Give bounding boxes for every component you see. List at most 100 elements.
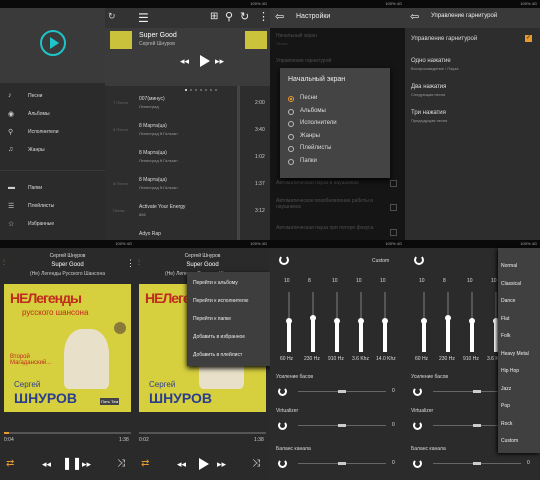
back-arrow-icon[interactable]: ⇦ (410, 10, 419, 23)
drawer-item-label[interactable]: Папки (28, 185, 42, 191)
preset-item[interactable]: Custom (501, 438, 518, 444)
prev-icon[interactable]: ◂◂ (42, 459, 51, 470)
page-dot[interactable] (200, 89, 202, 91)
track-title[interactable]: 007(минус) (139, 96, 165, 102)
prev-icon[interactable]: ◂◂ (177, 459, 186, 470)
seek-bar[interactable] (4, 432, 131, 434)
drawer-item-label[interactable]: Исполнители (28, 129, 59, 135)
play-button[interactable] (200, 55, 210, 67)
track-title[interactable]: 8 Марта(ца) (139, 123, 167, 129)
pause-icon[interactable]: ❚❚ (62, 456, 82, 470)
effect-slider-thumb[interactable] (473, 462, 481, 465)
effect-slider-thumb[interactable] (338, 390, 346, 393)
power-icon[interactable] (279, 255, 289, 265)
more-icon[interactable]: ⋮ (258, 10, 269, 23)
dialog-option-label[interactable]: Песни (300, 95, 317, 101)
next-icon[interactable]: ▸▸ (82, 459, 91, 470)
drawer-item-label[interactable]: Жанры (28, 147, 45, 153)
page-dot[interactable] (190, 89, 192, 91)
preset-item[interactable]: Dance (501, 298, 515, 304)
band-slider-thumb[interactable] (310, 315, 316, 321)
dialog-option-label[interactable]: Жанры (300, 133, 320, 139)
repeat-icon[interactable]: ⇄ (141, 458, 149, 469)
radio-button[interactable] (288, 133, 294, 140)
radio-button[interactable] (288, 158, 294, 165)
preset-item[interactable]: Normal (501, 263, 517, 269)
band-slider-thumb[interactable] (358, 318, 364, 324)
track-title[interactable]: 8 Марта(ца) (139, 177, 167, 183)
preset-label[interactable]: Custom (372, 258, 389, 264)
seek-bar[interactable] (139, 432, 266, 434)
effect-slider-thumb[interactable] (338, 424, 346, 427)
folder-icon: ▬ (8, 184, 15, 191)
dialog-option-label[interactable]: Папки (300, 158, 317, 164)
preset-item[interactable]: Jazz (501, 386, 511, 392)
context-menu-item[interactable]: Перейти к папке (193, 316, 231, 322)
fastscroll[interactable] (237, 86, 240, 240)
page-dot[interactable] (215, 89, 217, 91)
cover-line1: НЕЛегенды (10, 290, 82, 306)
menu-icon[interactable]: ☰ (138, 11, 149, 25)
band-slider-thumb[interactable] (421, 318, 427, 324)
next-icon[interactable]: ▸▸ (215, 56, 224, 67)
preset-item[interactable]: Classical (501, 281, 521, 287)
track-title[interactable]: Adyo Rap (139, 231, 161, 237)
status-bar: 100% 4G (270, 240, 405, 248)
headset-item-title[interactable]: Одно нажатие (411, 58, 451, 64)
context-menu-item[interactable]: Добавить в избранное (193, 334, 245, 340)
preset-item[interactable]: Heavy Metal (501, 351, 529, 357)
search-icon[interactable]: ⚲ (225, 10, 233, 23)
power-icon[interactable] (414, 255, 424, 265)
drawer-item-label[interactable]: Альбомы (28, 111, 50, 117)
headset-item-title[interactable]: Три нажатия (411, 110, 446, 116)
context-menu-item[interactable]: Перейти к исполнителю (193, 298, 248, 304)
preset-item[interactable]: Rock (501, 421, 512, 427)
dialog-title: Начальный экран (288, 76, 346, 83)
drawer-item-label[interactable]: Плейлисты (28, 203, 54, 209)
dialog-option-label[interactable]: Плейлисты (300, 145, 331, 151)
next-icon[interactable]: ▸▸ (217, 459, 226, 470)
repeat-icon[interactable]: ⇄ (6, 458, 14, 469)
context-menu-item[interactable]: Добавить в плейлист (193, 352, 242, 358)
preset-item[interactable]: Pop (501, 403, 510, 409)
context-menu-item[interactable]: Перейти к альбому (193, 280, 238, 286)
shuffle-icon[interactable]: ⊞ (210, 11, 218, 22)
band-slider-thumb[interactable] (445, 315, 451, 321)
play-button[interactable] (199, 458, 209, 470)
dialog-option-label[interactable]: Исполнители (300, 120, 337, 126)
effect-slider-thumb[interactable] (473, 390, 481, 393)
preset-item[interactable]: Folk (501, 333, 510, 339)
sync-icon[interactable]: ↻ (240, 10, 249, 23)
prev-icon[interactable]: ◂◂ (180, 56, 189, 67)
track-title[interactable]: Activate Your Energy (139, 204, 185, 210)
refresh-icon[interactable]: ↻ (108, 11, 116, 22)
radio-button[interactable] (288, 108, 294, 115)
band-slider-thumb[interactable] (334, 318, 340, 324)
radio-button[interactable] (288, 146, 294, 152)
drawer-item-label[interactable]: Песни (28, 93, 42, 99)
shuffle-icon[interactable]: ⤨ (252, 458, 260, 469)
headset-item-title[interactable]: Два нажатия (411, 84, 446, 90)
track-title[interactable]: 8 Марта(ца) (139, 150, 167, 156)
back-arrow-icon[interactable]: ⇦ (275, 10, 284, 23)
effect-slider-thumb[interactable] (338, 462, 346, 465)
dialog-option-label[interactable]: Альбомы (300, 108, 326, 114)
band-slider-thumb[interactable] (286, 318, 292, 324)
radio-button[interactable] (288, 121, 294, 127)
effect-slider-thumb[interactable] (473, 424, 481, 427)
headset-checkbox[interactable]: ✓ (525, 35, 532, 42)
band-slider-thumb[interactable] (382, 318, 388, 324)
play-circle-button[interactable] (40, 30, 66, 56)
preset-item[interactable]: Flat (501, 316, 509, 322)
page-dot[interactable] (210, 89, 212, 91)
radio-button[interactable] (288, 96, 294, 102)
preset-item[interactable]: Hip Hop (501, 368, 519, 374)
page-dot[interactable] (195, 89, 197, 91)
music-note-icon: ♪ (8, 92, 12, 99)
equalizer-panel: 100% 4G Custom 10 60 Hz 8 230 Hz 10 910 Hz 10 3… (270, 240, 405, 480)
page-dot[interactable] (205, 89, 207, 91)
shuffle-icon[interactable]: ⤨ (117, 458, 125, 469)
band-slider-thumb[interactable] (469, 318, 475, 324)
page-dot[interactable] (185, 89, 187, 91)
drawer-item-label[interactable]: Избранные (28, 221, 54, 227)
